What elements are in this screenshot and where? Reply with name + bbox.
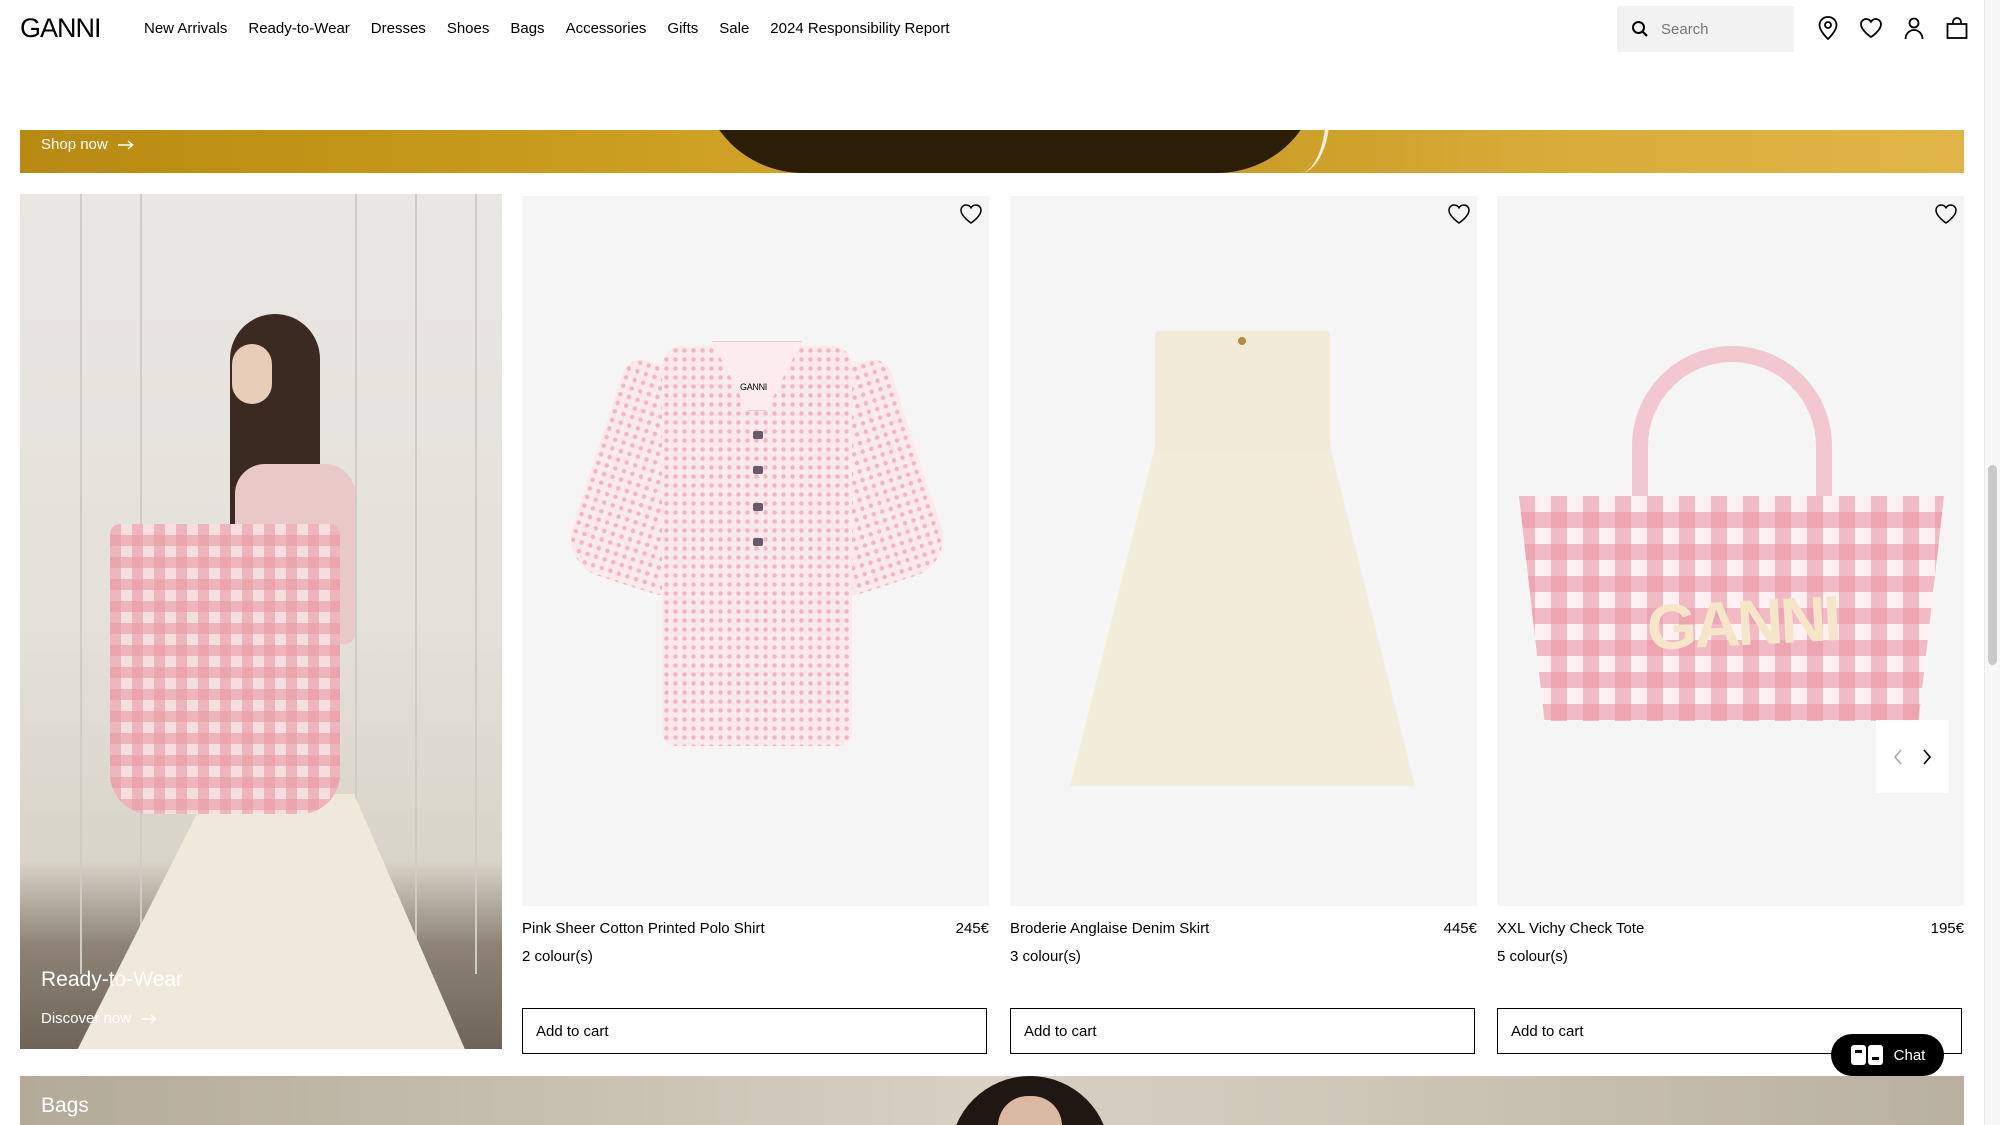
product-card[interactable]: GANNI Pink Sheer Cotton Printed Polo Shi… [522,196,989,1054]
product-price: 245€ [955,920,989,937]
nav-responsibility-report[interactable]: 2024 Responsibility Report [770,20,949,37]
add-to-wishlist-heart-icon[interactable] [957,200,985,228]
wishlist-heart-icon[interactable] [1858,14,1884,42]
product-price: 445€ [1443,920,1477,937]
chevron-right-icon[interactable] [1921,748,1933,766]
nav-accessories[interactable]: Accessories [566,20,647,37]
chevron-left-icon[interactable] [1892,748,1904,766]
product-name[interactable]: Pink Sheer Cotton Printed Polo Shirt [522,920,765,937]
add-to-cart-button[interactable]: Add to cart [522,1008,987,1054]
product-colours: 5 colour(s) [1497,948,1568,965]
product-price: 195€ [1930,920,1964,937]
add-to-wishlist-heart-icon[interactable] [1445,200,1473,228]
product-image[interactable] [1010,196,1477,906]
chat-label: Chat [1893,1046,1926,1064]
account-icon[interactable] [1901,14,1927,42]
ready-to-wear-feature[interactable] [20,194,502,1049]
shop-now-label: Shop now [41,136,108,153]
chat-button[interactable]: Chat [1831,1034,1944,1076]
product-image[interactable]: GANNI [1497,196,1964,906]
bags-banner[interactable] [20,1076,1964,1125]
product-colours: 2 colour(s) [522,948,593,965]
product-name[interactable]: XXL Vichy Check Tote [1497,920,1644,937]
shop-now-link[interactable]: Shop now [41,136,134,153]
chat-icon [1850,1045,1883,1065]
product-image[interactable]: GANNI [522,196,989,906]
search-icon [1632,21,1648,37]
search-input[interactable] [1661,20,1791,38]
nav-new-arrivals[interactable]: New Arrivals [144,20,227,37]
nav-shoes[interactable]: Shoes [447,20,490,37]
nav-bags[interactable]: Bags [510,20,544,37]
arrow-right-icon [117,139,134,150]
product-name[interactable]: Broderie Anglaise Denim Skirt [1010,920,1209,937]
nav-gifts[interactable]: Gifts [667,20,698,37]
location-icon[interactable] [1815,14,1841,42]
tote-print: GANNI [1645,582,1840,664]
image-carousel-controls [1876,720,1949,793]
ganni-logo[interactable]: GANNI [20,13,102,44]
product-card[interactable]: Broderie Anglaise Denim Skirt 445€ 3 col… [1010,196,1477,1054]
discover-now-link[interactable]: Discover now [41,1010,157,1027]
search-box[interactable] [1617,6,1794,52]
scrollbar-thumb[interactable] [1988,465,1997,665]
product-colours: 3 colour(s) [1010,948,1081,965]
feature-title: Ready-to-Wear [41,968,183,991]
discover-now-label: Discover now [41,1010,132,1027]
garment-label: GANNI [740,382,768,392]
bags-title: Bags [41,1094,89,1117]
hero-banner[interactable] [20,130,1964,173]
product-card[interactable]: GANNI XXL Vichy Check Tote 195€ 5 colour… [1497,196,1964,1054]
add-to-cart-button[interactable]: Add to cart [1010,1008,1475,1054]
nav-dresses[interactable]: Dresses [371,20,426,37]
model-photo [110,524,340,814]
arrow-right-icon [141,1013,157,1024]
site-header: GANNI New Arrivals Ready-to-Wear Dresses… [0,0,1984,58]
nav-sale[interactable]: Sale [719,20,749,37]
add-to-wishlist-heart-icon[interactable] [1932,200,1960,228]
nav-ready-to-wear[interactable]: Ready-to-Wear [248,20,349,37]
main-nav: New Arrivals Ready-to-Wear Dresses Shoes… [144,20,971,37]
shopping-bag-icon[interactable] [1944,14,1970,42]
